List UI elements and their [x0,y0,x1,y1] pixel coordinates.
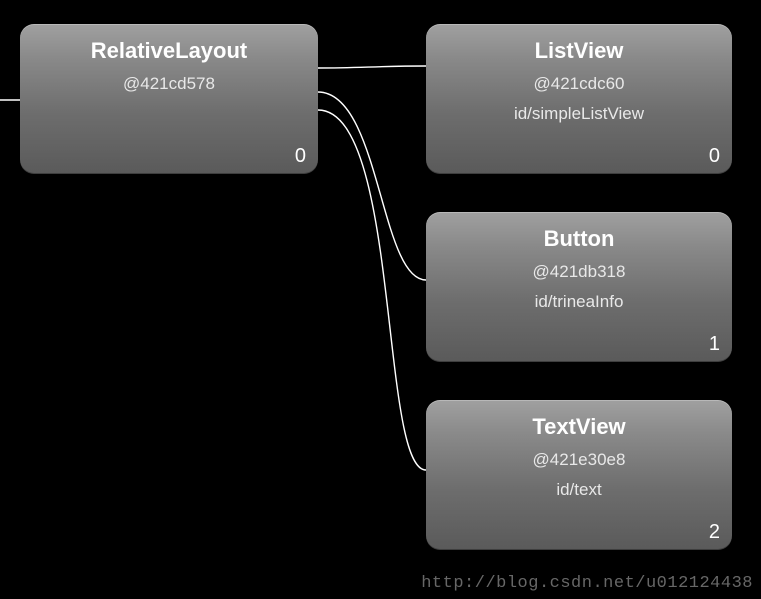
node-resource-id: id/trineaInfo [426,292,732,312]
hierarchy-diagram: { "nodes": { "root": { "title": "Relativ… [0,0,761,599]
node-address: @421cdc60 [426,74,732,94]
node-index: 0 [295,145,306,168]
node-title: TextView [426,400,732,440]
node-address: @421cd578 [20,74,318,94]
node-resource-id: id/simpleListView [426,104,732,124]
node-title: Button [426,212,732,252]
node-index: 0 [709,145,720,168]
watermark-text: http://blog.csdn.net/u012124438 [421,574,753,593]
node-relativelayout[interactable]: RelativeLayout @421cd578 0 [20,24,318,174]
node-index: 1 [709,333,720,356]
node-textview[interactable]: TextView @421e30e8 id/text 2 [426,400,732,550]
node-title: ListView [426,24,732,64]
node-index: 2 [709,521,720,544]
node-address: @421db318 [426,262,732,282]
node-button[interactable]: Button @421db318 id/trineaInfo 1 [426,212,732,362]
node-address: @421e30e8 [426,450,732,470]
node-title: RelativeLayout [20,24,318,64]
node-resource-id: id/text [426,480,732,500]
node-listview[interactable]: ListView @421cdc60 id/simpleListView 0 [426,24,732,174]
